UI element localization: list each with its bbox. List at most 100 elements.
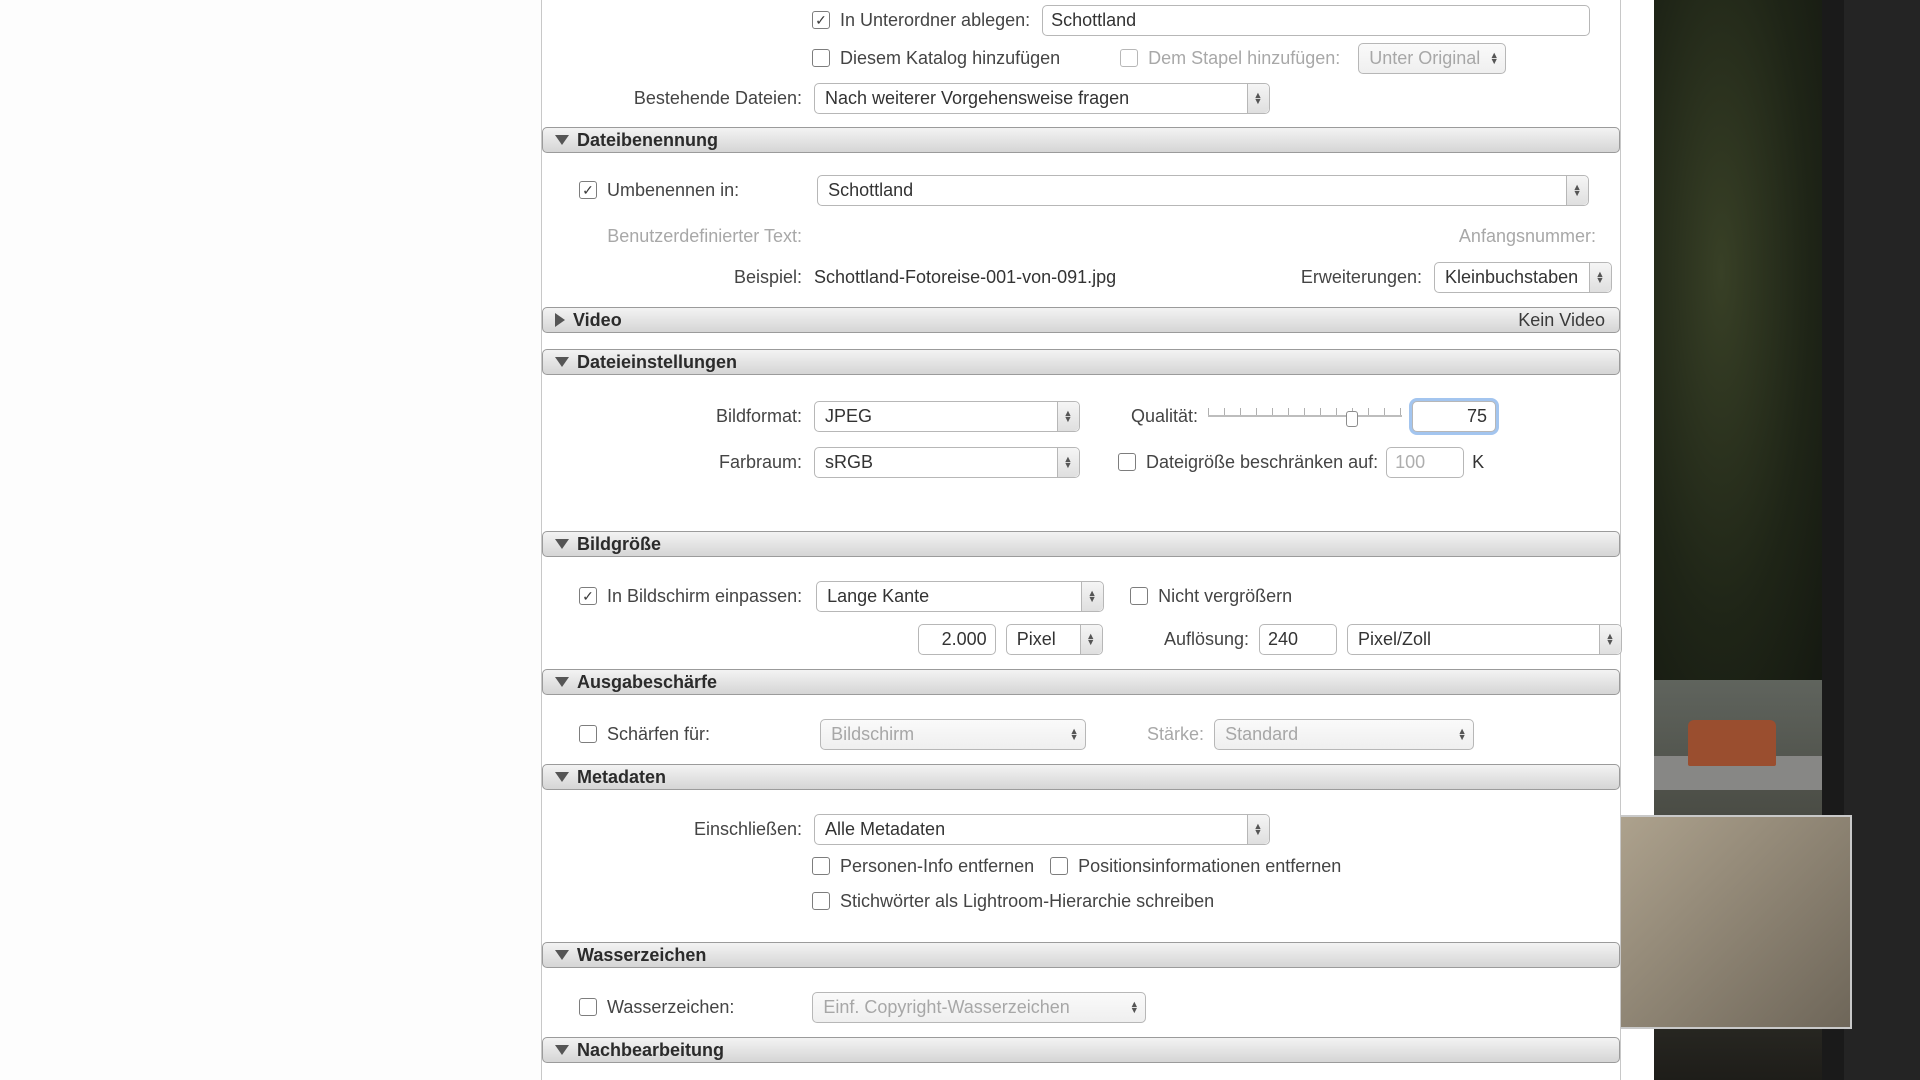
left-background	[0, 0, 541, 1080]
existing-files-value: Nach weiterer Vorgehensweise fragen	[825, 88, 1129, 109]
keywords-hierarchy-checkbox[interactable]	[812, 892, 830, 910]
section-file-settings[interactable]: Dateieinstellungen	[542, 349, 1620, 375]
watermark-select: Einf. Copyright-Wasserzeichen ▲▼	[812, 992, 1146, 1023]
section-file-naming[interactable]: Dateibenennung	[542, 127, 1620, 153]
updown-icon: ▲▼	[1253, 92, 1263, 104]
add-to-catalog-checkbox[interactable]	[812, 49, 830, 67]
section-metadata[interactable]: Metadaten	[542, 764, 1620, 790]
updown-icon: ▲▼	[1457, 728, 1467, 740]
add-to-stack-checkbox	[1120, 49, 1138, 67]
subfolder-input[interactable]	[1042, 5, 1590, 36]
image-format-value: JPEG	[825, 406, 872, 427]
remove-people-checkbox[interactable]	[812, 857, 830, 875]
quality-slider[interactable]	[1208, 405, 1402, 427]
limit-size-checkbox[interactable]	[1118, 453, 1136, 471]
section-image-sizing[interactable]: Bildgröße	[542, 531, 1620, 557]
section-title: Dateieinstellungen	[577, 352, 737, 373]
preview-car	[1688, 720, 1776, 766]
updown-icon: ▲▼	[1069, 728, 1079, 740]
chevron-down-icon	[555, 357, 569, 367]
dimension-unit-select[interactable]: Pixel ▲▼	[1006, 624, 1103, 655]
chevron-down-icon	[555, 950, 569, 960]
updown-icon: ▲▼	[1087, 590, 1097, 602]
chevron-down-icon	[555, 1045, 569, 1055]
chevron-down-icon	[555, 677, 569, 687]
watermark-value: Einf. Copyright-Wasserzeichen	[823, 997, 1069, 1018]
updown-icon: ▲▼	[1063, 456, 1073, 468]
chevron-right-icon	[555, 313, 565, 327]
existing-files-select[interactable]: Nach weiterer Vorgehensweise fragen ▲▼	[814, 83, 1270, 114]
remove-location-checkbox[interactable]	[1050, 857, 1068, 875]
resolution-unit-select[interactable]: Pixel/Zoll ▲▼	[1347, 624, 1622, 655]
section-title: Nachbearbeitung	[577, 1040, 724, 1061]
image-format-select[interactable]: JPEG ▲▼	[814, 401, 1080, 432]
dimension-input[interactable]	[918, 624, 996, 655]
dont-enlarge-label: Nicht vergrößern	[1158, 586, 1292, 607]
add-to-catalog-label: Diesem Katalog hinzufügen	[840, 48, 1060, 69]
resolution-label: Auflösung:	[1103, 629, 1249, 650]
keywords-hierarchy-label: Stichwörter als Lightroom-Hierarchie sch…	[840, 891, 1214, 912]
watermark-checkbox[interactable]	[579, 998, 597, 1016]
updown-icon: ▲▼	[1129, 1001, 1139, 1013]
section-video[interactable]: Video Kein Video	[542, 307, 1620, 333]
limit-size-input	[1386, 447, 1464, 478]
add-to-stack-label: Dem Stapel hinzufügen:	[1148, 48, 1340, 69]
extensions-select[interactable]: Kleinbuchstaben ▲▼	[1434, 262, 1612, 293]
video-status: Kein Video	[1518, 310, 1605, 331]
updown-icon: ▲▼	[1605, 633, 1615, 645]
fit-mode-value: Lange Kante	[827, 586, 929, 607]
section-title: Dateibenennung	[577, 130, 718, 151]
extensions-value: Kleinbuchstaben	[1445, 267, 1578, 288]
resize-to-fit-label: In Bildschirm einpassen:	[607, 586, 802, 607]
rename-preset-value: Schottland	[828, 180, 913, 201]
dimension-unit-value: Pixel	[1017, 629, 1056, 650]
preview-tree	[1654, 0, 1822, 680]
sharpen-amount-value: Standard	[1225, 724, 1298, 745]
metadata-include-label: Einschließen:	[542, 819, 802, 840]
rename-label: Umbenennen in:	[607, 180, 739, 201]
chevron-down-icon	[555, 772, 569, 782]
resize-to-fit-checkbox[interactable]	[579, 587, 597, 605]
sharpen-amount-select: Standard ▲▼	[1214, 719, 1474, 750]
rename-checkbox[interactable]	[579, 181, 597, 199]
remove-location-label: Positionsinformationen entfernen	[1078, 856, 1341, 877]
existing-files-label: Bestehende Dateien:	[542, 88, 802, 109]
sharpen-for-value: Bildschirm	[831, 724, 914, 745]
resolution-input[interactable]	[1259, 624, 1337, 655]
section-title: Wasserzeichen	[577, 945, 706, 966]
right-void	[1844, 0, 1920, 1080]
subfolder-checkbox[interactable]	[812, 11, 830, 29]
updown-icon: ▲▼	[1595, 271, 1605, 283]
color-space-select[interactable]: sRGB ▲▼	[814, 447, 1080, 478]
sharpen-for-select: Bildschirm ▲▼	[820, 719, 1086, 750]
color-space-label: Farbraum:	[542, 452, 802, 473]
section-watermark[interactable]: Wasserzeichen	[542, 942, 1620, 968]
sharpen-amount-label: Stärke:	[1086, 724, 1204, 745]
updown-icon: ▲▼	[1253, 823, 1263, 835]
color-space-value: sRGB	[825, 452, 873, 473]
chevron-down-icon	[555, 135, 569, 145]
limit-size-unit: K	[1472, 452, 1484, 473]
section-title: Bildgröße	[577, 534, 661, 555]
subfolder-label: In Unterordner ablegen:	[840, 10, 1030, 31]
rename-preset-select[interactable]: Schottland ▲▼	[817, 175, 1589, 206]
metadata-include-select[interactable]: Alle Metadaten ▲▼	[814, 814, 1270, 845]
start-number-label: Anfangsnummer:	[1459, 226, 1596, 247]
dont-enlarge-checkbox[interactable]	[1130, 587, 1148, 605]
fit-mode-select[interactable]: Lange Kante ▲▼	[816, 581, 1104, 612]
stack-position-select: Unter Original ▲▼	[1358, 43, 1506, 74]
updown-icon: ▲▼	[1572, 184, 1582, 196]
limit-size-label: Dateigröße beschränken auf:	[1146, 452, 1378, 473]
extensions-label: Erweiterungen:	[1301, 267, 1422, 288]
chevron-down-icon	[555, 539, 569, 549]
sharpen-for-checkbox[interactable]	[579, 725, 597, 743]
section-title: Metadaten	[577, 767, 666, 788]
quality-input[interactable]	[1412, 401, 1496, 432]
updown-icon: ▲▼	[1489, 52, 1499, 64]
example-value: Schottland-Fotoreise-001-von-091.jpg	[814, 267, 1116, 288]
sharpen-for-label: Schärfen für:	[607, 724, 710, 745]
section-post-processing[interactable]: Nachbearbeitung	[542, 1037, 1620, 1063]
section-output-sharpening[interactable]: Ausgabeschärfe	[542, 669, 1620, 695]
example-label: Beispiel:	[542, 267, 802, 288]
section-title: Ausgabeschärfe	[577, 672, 717, 693]
